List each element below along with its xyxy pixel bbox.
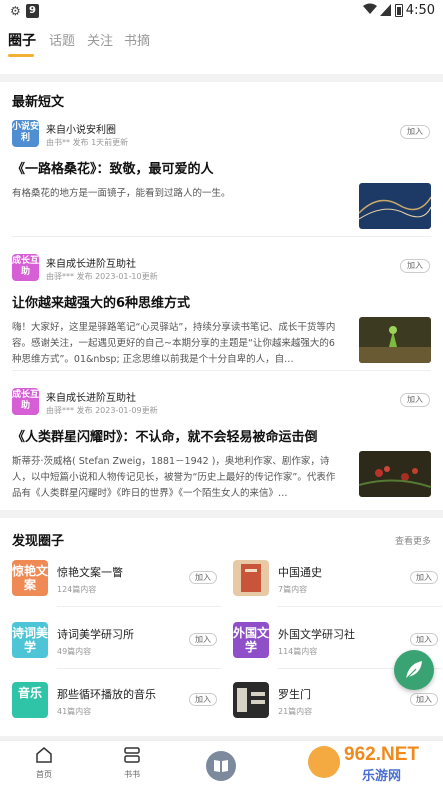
circle-count: 41篇内容 [57, 707, 92, 716]
post-card[interactable]: 成长互助 来自成长进阶互助社 由驿*** 发布 2023-01-10更新 加入 … [0, 254, 443, 378]
post-divider [12, 236, 431, 237]
circle-name[interactable]: 惊艳文案一瞥 [57, 564, 123, 580]
circle-icon [233, 560, 269, 596]
post-headline[interactable]: 《人类群星闪耀时》：不认命，就不会轻易被命运击倒 [12, 426, 318, 445]
join-button[interactable]: 加入 [189, 571, 217, 584]
clock: 4:50 [405, 3, 435, 18]
post-meta: 由驿*** 发布 2023-01-10更新 [46, 272, 158, 281]
nav-bookshelf-label: 书书 [124, 770, 140, 779]
svg-text:962.NET: 962.NET [344, 744, 419, 765]
settings-status-icon: ⚙ [10, 4, 21, 18]
post-card[interactable]: 小说安利 来自小说安利圈 由书** 发布 1天前更新 加入 《一路格桑花》：致敬… [0, 120, 443, 240]
circle-avatar[interactable]: 小说安利 [12, 120, 39, 147]
active-tab-indicator [8, 54, 34, 57]
circle-count: 7篇内容 [278, 585, 308, 594]
join-button[interactable]: 加入 [410, 571, 438, 584]
circle-divider [57, 668, 221, 669]
circle-icon: 外国文学 [233, 622, 269, 658]
post-meta: 由驿*** 发布 2023-01-09更新 [46, 406, 158, 415]
tab-topics[interactable]: 话题 [49, 30, 75, 49]
post-meta: 由书** 发布 1天前更新 [46, 138, 129, 147]
circle-count: 49篇内容 [57, 647, 92, 656]
circle-name[interactable]: 诗词美学研习所 [57, 626, 134, 642]
post-source[interactable]: 来自小说安利圈 [46, 121, 116, 136]
circle-icon: 诗词美学 [12, 622, 48, 658]
post-card[interactable]: 成长互助 来自成长进阶互助社 由驿*** 发布 2023-01-09更新 加入 … [0, 388, 443, 508]
post-excerpt: 嗨！大家好，这里是驿路笔记“心灵驿站”，持续分享读书笔记、成长干货等内容。感谢关… [12, 322, 336, 365]
notification-badge: 9 [26, 4, 39, 18]
join-button[interactable]: 加入 [410, 693, 438, 706]
section-title: 发现圈子 [12, 534, 65, 549]
post-excerpt: 斯蒂芬·茨威格( Stefan Zweig，1881－1942 )，奥地利作家、… [12, 456, 336, 499]
nav-home-label: 首页 [36, 770, 52, 779]
circle-count: 124篇内容 [57, 585, 97, 594]
post-headline[interactable]: 让你越来越强大的6种思维方式 [12, 292, 190, 311]
tab-circles[interactable]: 圈子 [8, 30, 36, 50]
circle-item[interactable]: 诗词美学 诗词美学研习所 49篇内容 加入 [0, 620, 221, 680]
post-source[interactable]: 来自成长进阶互助社 [46, 255, 136, 270]
status-bar: ⚙ 9 4:50 [0, 0, 443, 22]
circle-avatar[interactable]: 成长互助 [12, 254, 39, 281]
circle-item[interactable]: 音乐 那些循环播放的音乐 41篇内容 加入 [0, 680, 221, 740]
feather-icon [404, 661, 422, 681]
wifi-icon [363, 3, 377, 14]
circle-name[interactable]: 外国文学研习社 [278, 626, 355, 642]
circle-icon: 惊艳文案 [12, 560, 48, 596]
circle-divider [278, 606, 442, 607]
circle-item[interactable]: 中国通史 7篇内容 加入 [221, 558, 442, 618]
site-watermark-logo: 962.NET 乐游网 [308, 744, 419, 784]
circle-name[interactable]: 中国通史 [278, 564, 322, 580]
compose-button[interactable] [394, 650, 434, 690]
nav-home[interactable]: 首页 [24, 747, 64, 780]
home-icon [36, 747, 52, 763]
join-button[interactable]: 加入 [400, 125, 430, 139]
bookshelf-icon [124, 747, 140, 763]
circle-count: 21篇内容 [278, 707, 313, 716]
top-tab-bar: 圈子 话题 关注 书摘 [0, 22, 443, 74]
circle-icon: 音乐 [12, 682, 48, 718]
join-button[interactable]: 加入 [189, 693, 217, 706]
post-divider [12, 370, 431, 371]
latest-posts-section: 最新短文 小说安利 来自小说安利圈 由书** 发布 1天前更新 加入 《一路格桑… [0, 82, 443, 510]
see-more-link[interactable]: 查看更多 [395, 534, 431, 547]
post-thumbnail[interactable] [359, 451, 431, 497]
post-headline[interactable]: 《一路格桑花》：致敬，最可爱的人 [12, 158, 214, 177]
post-thumbnail[interactable] [359, 183, 431, 229]
join-button[interactable]: 加入 [189, 633, 217, 646]
open-book-icon [214, 760, 228, 772]
join-button[interactable]: 加入 [400, 393, 430, 407]
nav-bookshelf[interactable]: 书书 [112, 747, 152, 780]
join-button[interactable]: 加入 [410, 633, 438, 646]
tab-following[interactable]: 关注 [87, 30, 113, 49]
circle-divider [57, 606, 221, 607]
section-title: 最新短文 [12, 95, 65, 110]
circle-name[interactable]: 罗生门 [278, 686, 311, 702]
circle-count: 114篇内容 [278, 647, 318, 656]
join-button[interactable]: 加入 [400, 259, 430, 273]
circle-name[interactable]: 那些循环播放的音乐 [57, 686, 156, 702]
battery-icon [395, 4, 403, 17]
post-excerpt: 有格桑花的地方是一面镜子，能看到过路人的一生。 [12, 188, 231, 199]
tab-excerpts[interactable]: 书摘 [124, 30, 150, 49]
post-source[interactable]: 来自成长进阶互助社 [46, 389, 136, 404]
post-thumbnail[interactable] [359, 317, 431, 363]
circle-item[interactable]: 惊艳文案 惊艳文案一瞥 124篇内容 加入 [0, 558, 221, 618]
circle-avatar[interactable]: 成长互助 [12, 388, 39, 415]
discover-circles-section: 发现圈子 查看更多 惊艳文案 惊艳文案一瞥 124篇内容 加入 中国通史 7篇内… [0, 518, 443, 736]
circle-icon [233, 682, 269, 718]
svg-text:乐游网: 乐游网 [362, 768, 401, 784]
signal-icon [380, 4, 391, 16]
nav-read[interactable] [206, 751, 236, 781]
